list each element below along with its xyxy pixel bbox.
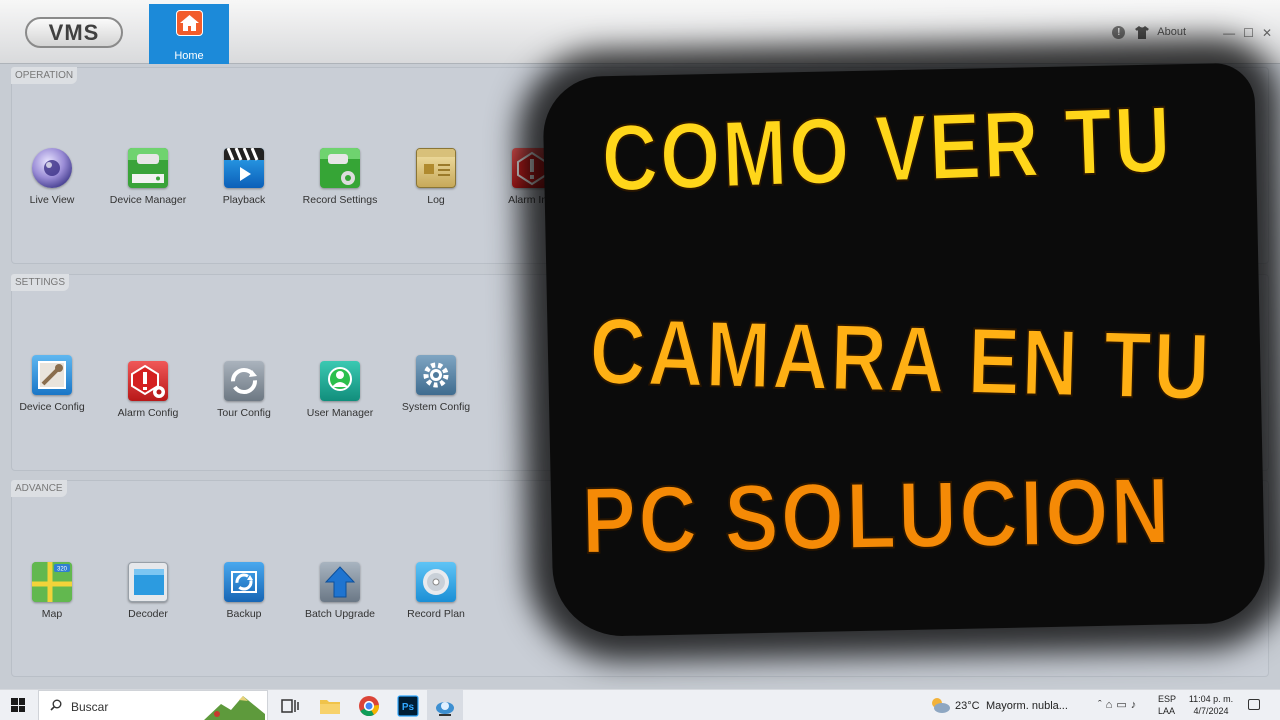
language-indicator[interactable]: ESP LAA (1158, 693, 1176, 717)
map-label: Map (41, 608, 63, 620)
tab-home[interactable]: Home (149, 4, 229, 64)
device-config-icon (32, 355, 72, 395)
user-manager-icon (320, 361, 360, 401)
notification-icon[interactable] (1248, 699, 1260, 710)
minimize-button[interactable]: — (1223, 26, 1235, 40)
device-manager-icon (128, 148, 168, 188)
record-settings-label: Record Settings (302, 194, 378, 206)
device-config-label: Device Config (19, 401, 85, 413)
search-highlight-icon (204, 696, 265, 720)
backup-icon (224, 562, 264, 602)
map-badge: 320 (57, 567, 68, 573)
top-right-actions: ! About (1112, 22, 1210, 42)
live-view-label: Live View (29, 194, 75, 206)
record-settings-icon (320, 148, 360, 188)
alarm-config-button[interactable]: Alarm Config (108, 361, 188, 420)
batch-upgrade-button[interactable]: Batch Upgrade (300, 562, 380, 621)
decoder-button[interactable]: Decoder (108, 562, 188, 621)
windows-taskbar: Buscar Ps 23°C Mayorm. nubla... ˆ⌂▭♪ ESP… (0, 689, 1280, 720)
log-label: Log (427, 194, 445, 206)
vms-logo: VMS (25, 17, 123, 48)
start-button[interactable] (11, 698, 25, 712)
volume-icon[interactable]: ♪ (1131, 699, 1141, 711)
system-config-label: System Config (401, 401, 471, 413)
task-view-icon[interactable] (278, 694, 302, 718)
user-manager-label: User Manager (306, 407, 374, 419)
title-bar: VMS Home ! About — ☐ ✕ (0, 0, 1280, 64)
vms-taskbar-button[interactable] (427, 690, 463, 720)
photoshop-icon[interactable]: Ps (396, 694, 420, 718)
svg-text:Ps: Ps (402, 702, 415, 713)
info-icon[interactable]: ! (1112, 25, 1126, 39)
record-plan-label: Record Plan (407, 608, 465, 620)
banner-backdrop (542, 62, 1266, 638)
tab-home-label: Home (174, 50, 204, 62)
live-view-icon (32, 148, 72, 188)
map-icon: 320 (32, 562, 72, 602)
weather-icon[interactable] (929, 696, 951, 714)
device-manager-button[interactable]: Device Manager (108, 148, 188, 207)
operation-title: OPERATION (11, 67, 78, 84)
weather-condition: Mayorm. nubla... (986, 700, 1068, 712)
record-plan-icon (416, 562, 456, 602)
playback-icon (224, 148, 264, 188)
maximize-button[interactable]: ☐ (1243, 26, 1254, 40)
about-link[interactable]: About (1157, 26, 1186, 38)
system-config-button[interactable]: System Config (396, 355, 476, 414)
record-settings-button[interactable]: Record Settings (300, 148, 380, 207)
batch-upgrade-icon (320, 562, 360, 602)
language-code: ESP (1158, 694, 1177, 704)
record-plan-button[interactable]: Record Plan (396, 562, 476, 621)
system-config-icon (416, 355, 456, 395)
backup-button[interactable]: Backup (204, 562, 284, 621)
playback-label: Playback (222, 194, 266, 206)
backup-label: Backup (226, 608, 262, 620)
device-manager-label: Device Manager (109, 194, 187, 206)
taskbar-search[interactable]: Buscar (38, 690, 268, 720)
user-manager-button[interactable]: User Manager (300, 361, 380, 420)
home-icon (176, 10, 203, 36)
alarm-config-label: Alarm Config (117, 407, 179, 419)
advance-title: ADVANCE (11, 480, 67, 497)
log-button[interactable]: Log (396, 148, 476, 207)
weather-temperature: 23°C (955, 700, 980, 712)
batch-upgrade-label: Batch Upgrade (304, 608, 376, 620)
network-icon[interactable]: ▭ (1116, 699, 1130, 711)
chevron-up-icon[interactable]: ˆ (1098, 699, 1106, 711)
meet-icon[interactable]: ⌂ (1106, 699, 1117, 711)
tour-config-button[interactable]: Tour Config (204, 361, 284, 420)
keyboard-layout: LAA (1158, 706, 1176, 716)
system-tray-icons[interactable]: ˆ⌂▭♪ (1098, 698, 1140, 711)
search-icon (50, 699, 62, 711)
chrome-icon[interactable] (357, 694, 381, 718)
clock-time: 11:04 p. m. (1188, 694, 1234, 704)
alarm-config-icon (128, 361, 168, 401)
search-placeholder: Buscar (71, 700, 109, 714)
device-config-button[interactable]: Device Config (12, 355, 92, 414)
clock-date: 4/7/2024 (1193, 706, 1229, 716)
tour-config-icon (224, 361, 264, 401)
close-button[interactable]: ✕ (1262, 26, 1272, 40)
file-explorer-icon[interactable] (318, 694, 342, 718)
tour-config-label: Tour Config (217, 407, 271, 419)
live-view-button[interactable]: Live View (12, 148, 92, 207)
skin-icon[interactable] (1135, 25, 1150, 39)
log-icon (416, 148, 456, 188)
clock[interactable]: 11:04 p. m. 4/7/2024 (1186, 693, 1236, 717)
decoder-label: Decoder (128, 608, 168, 620)
playback-button[interactable]: Playback (204, 148, 284, 207)
window-controls: — ☐ ✕ (1223, 26, 1272, 40)
map-button[interactable]: 320 Map (12, 562, 92, 621)
settings-title: SETTINGS (11, 274, 70, 291)
vms-app-icon (436, 702, 454, 716)
decoder-icon (128, 562, 168, 602)
